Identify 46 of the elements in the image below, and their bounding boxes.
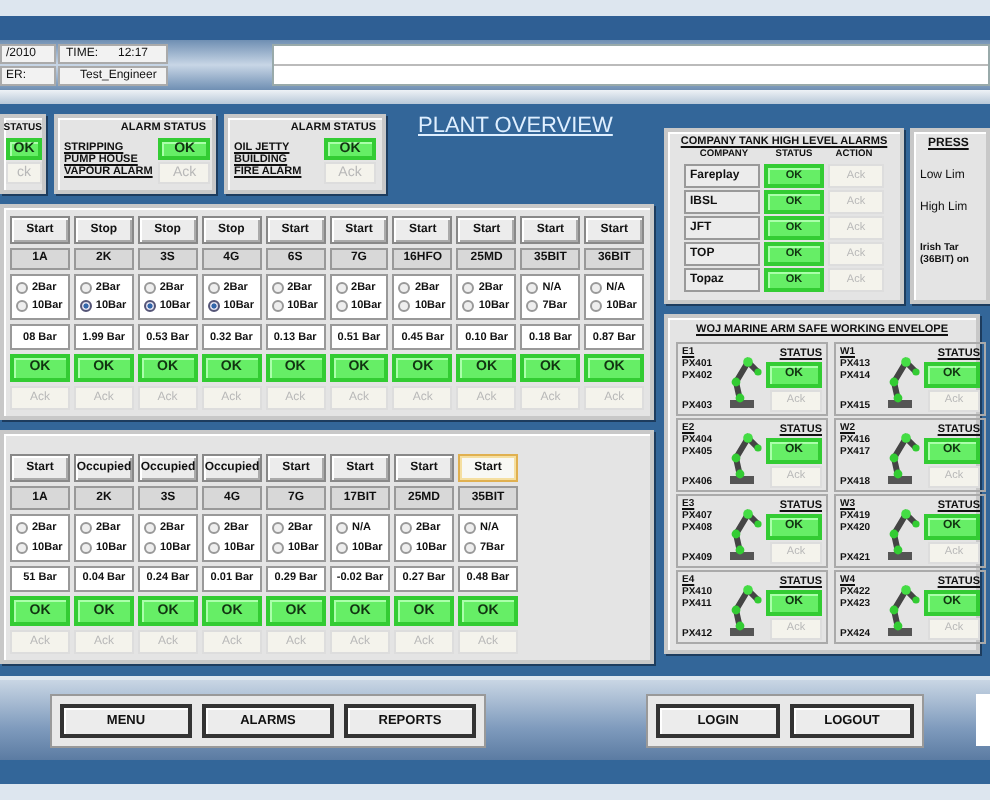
radio-button[interactable] [79, 300, 92, 313]
radio-button[interactable] [462, 300, 475, 313]
radio-button[interactable] [143, 300, 156, 313]
robot-arm-icon [726, 503, 762, 559]
radio-button[interactable] [79, 281, 92, 294]
radio-button[interactable] [590, 281, 603, 294]
robot-arm-icon [726, 351, 762, 407]
page-title: PLANT OVERVIEW [418, 114, 613, 138]
radio-button[interactable] [400, 541, 412, 554]
radio-button[interactable] [526, 281, 539, 294]
robot-arm-icon [726, 579, 762, 635]
radio-button[interactable] [336, 541, 348, 554]
radio-button[interactable] [16, 300, 28, 313]
radio-button[interactable] [464, 521, 476, 534]
robot-arm-icon [884, 503, 920, 559]
robot-arm-icon [884, 427, 920, 483]
radio-button[interactable] [272, 541, 284, 554]
radio-button[interactable] [271, 300, 284, 313]
radio-button[interactable] [272, 521, 284, 534]
radio-button[interactable] [16, 541, 28, 554]
radio-button[interactable] [16, 521, 28, 534]
radio-button[interactable] [208, 541, 220, 554]
radio-button[interactable] [207, 300, 220, 313]
radio-button[interactable] [144, 521, 156, 534]
robot-arm-icon [884, 579, 920, 635]
side-panel [976, 694, 990, 746]
radio-button[interactable] [464, 541, 476, 554]
radio-button[interactable] [80, 521, 92, 534]
radio-button[interactable] [143, 281, 156, 294]
radio-button[interactable] [336, 521, 348, 534]
radio-button[interactable] [335, 281, 348, 294]
robot-arm-icon [726, 427, 762, 483]
radio-button[interactable] [208, 521, 220, 534]
radio-button[interactable] [590, 300, 603, 313]
radio-button[interactable] [335, 300, 348, 313]
radio-button[interactable] [398, 300, 411, 313]
radio-button[interactable] [526, 300, 539, 313]
radio-button[interactable] [144, 541, 156, 554]
radio-button[interactable] [271, 281, 284, 294]
radio-button[interactable] [398, 281, 411, 294]
radio-button[interactable] [16, 281, 28, 294]
radio-button[interactable] [400, 521, 412, 534]
robot-arm-icon [884, 351, 920, 407]
radio-button[interactable] [80, 541, 92, 554]
radio-button[interactable] [207, 281, 220, 294]
radio-button[interactable] [462, 281, 475, 294]
